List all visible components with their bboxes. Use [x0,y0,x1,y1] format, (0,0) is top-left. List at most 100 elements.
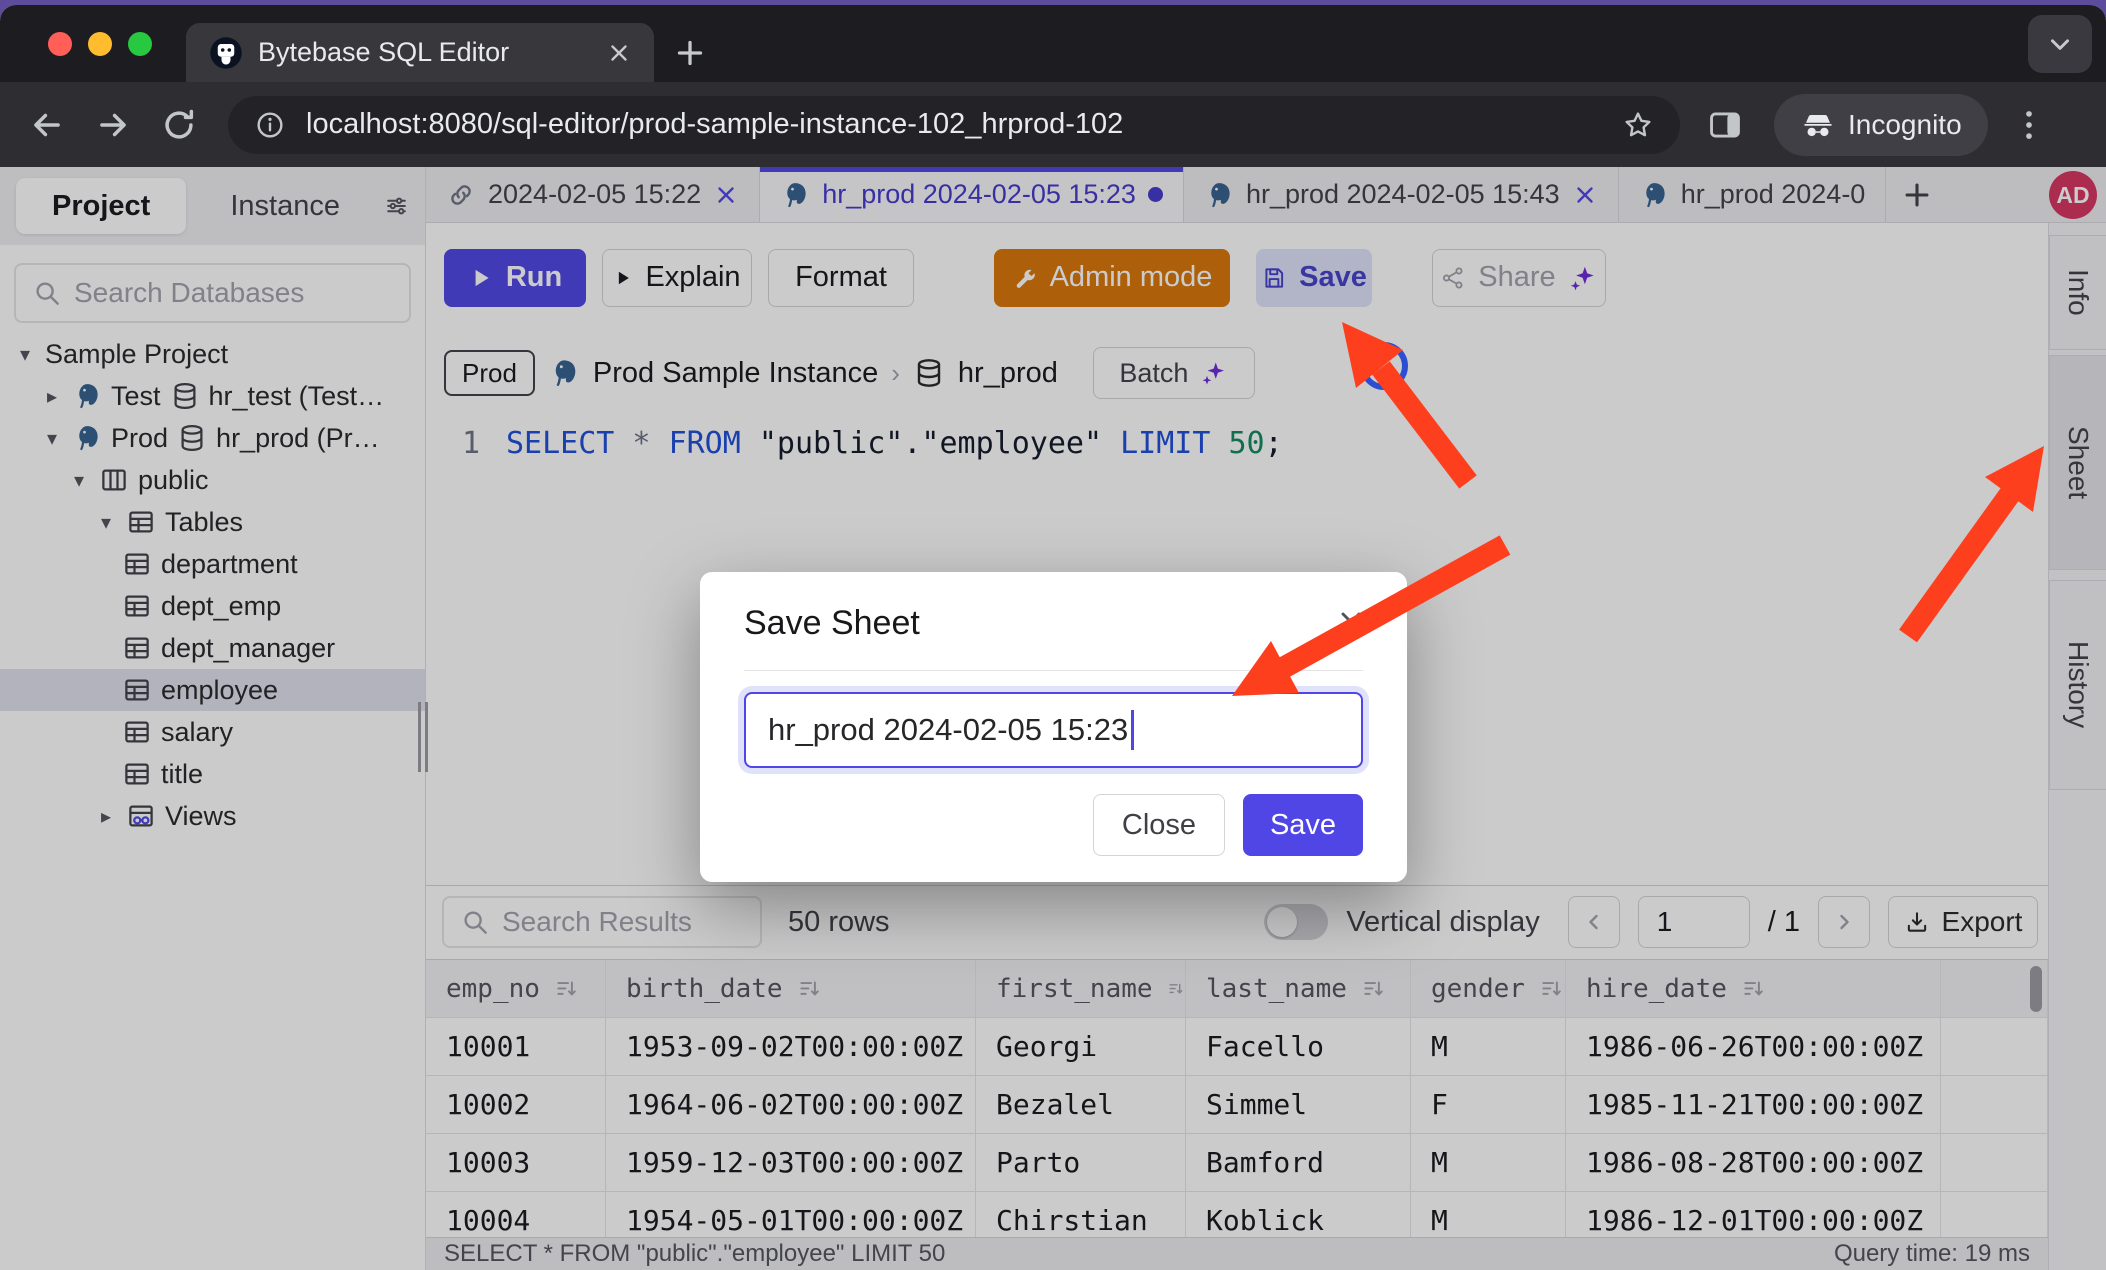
table-cell: 1964-06-02T00:00:00Z [606,1076,976,1134]
browser-tab-title: Bytebase SQL Editor [258,37,592,68]
table-icon [122,549,152,579]
column-header-label: hire_date [1586,974,1727,1004]
table-icon [122,633,152,663]
batch-label: Batch [1119,358,1188,389]
editor-tab-label: hr_prod 2024-02-05 15:43 [1246,179,1560,210]
table-cell: 1986-12-01T00:00:00Z [1566,1192,1941,1237]
sliders-icon[interactable] [384,189,409,223]
new-sheet-tab-button[interactable] [1900,178,1934,212]
editor-tab[interactable]: hr_prod 2024-02-05 15:43 [1184,167,1619,222]
modal-close-button[interactable]: Close [1093,794,1225,856]
tree-item[interactable]: title [0,753,425,795]
tree-item-label: department [161,549,298,580]
tree-item[interactable]: dept_manager [0,627,425,669]
close-window-button[interactable] [48,32,72,56]
site-info-icon[interactable] [254,109,286,141]
forward-icon[interactable] [94,106,132,144]
save-button[interactable]: Save [1256,249,1372,307]
instance-name[interactable]: Prod Sample Instance [593,357,878,390]
modal-close-icon[interactable] [1335,606,1367,638]
traffic-lights [48,32,152,56]
explain-button[interactable]: Explain [602,249,752,307]
tree-item[interactable]: ▸Testhr_test (Test… [0,375,425,417]
tree-item[interactable]: ▾Sample Project [0,333,425,375]
editor-tab[interactable]: 2024-02-05 15:22 [426,167,760,222]
close-tab-icon[interactable] [1572,182,1598,208]
results-search-input[interactable] [502,906,744,938]
chevron-right-icon: ▸ [95,804,117,829]
sort-icon[interactable] [797,976,823,1002]
environment-chip[interactable]: Prod [444,350,535,396]
column-header[interactable]: emp_no [426,960,606,1018]
editor-tab[interactable]: hr_prod 2024-02-05 15:23 [760,167,1184,222]
bookmark-star-icon[interactable] [1622,109,1654,141]
share-button[interactable]: Share [1432,249,1606,307]
address-bar[interactable]: localhost:8080/sql-editor/prod-sample-in… [228,96,1680,154]
new-tab-button[interactable] [672,35,708,71]
tree-item[interactable]: ▾Prodhr_prod (Pr… [0,417,425,459]
sort-icon[interactable] [1539,976,1565,1002]
rail-tab-history[interactable]: History [2049,580,2106,790]
modal-save-button[interactable]: Save [1243,794,1363,856]
column-header[interactable]: hire_date [1566,960,1941,1018]
database-search-input[interactable] [74,277,393,309]
vertical-display-toggle[interactable] [1264,904,1328,940]
tree-item[interactable]: dept_emp [0,585,425,627]
editor-toolbar: Run Explain Format Admin mode [426,223,2048,315]
sidebar-tab-project[interactable]: Project [16,178,186,234]
tree-item[interactable]: ▾public [0,459,425,501]
close-tab-icon[interactable] [606,40,632,66]
batch-button[interactable]: Batch [1093,347,1255,399]
tree-item[interactable]: salary [0,711,425,753]
next-page-button[interactable] [1818,896,1870,948]
tree-item[interactable]: ▾Tables [0,501,425,543]
rail-tab-info[interactable]: Info [2049,235,2106,350]
minimize-window-button[interactable] [88,32,112,56]
sidebar-tab-instance[interactable]: Instance [194,178,376,234]
export-button[interactable]: Export [1888,896,2038,948]
rail-tab-sheet[interactable]: Sheet [2049,355,2106,570]
maximize-window-button[interactable] [128,32,152,56]
table-row: 100011953-09-02T00:00:00ZGeorgiFacelloM1… [426,1018,2048,1076]
editor-tab-label: hr_prod 2024-02-05 15:23 [822,179,1136,210]
reload-icon[interactable] [160,106,198,144]
format-button[interactable]: Format [768,249,914,307]
browser-tab[interactable]: Bytebase SQL Editor [186,23,654,82]
user-avatar[interactable]: AD [2049,171,2097,219]
sheet-name-input[interactable]: hr_prod 2024-02-05 15:23 [744,692,1363,768]
database-name[interactable]: hr_prod [958,357,1058,390]
column-header[interactable]: gender [1411,960,1566,1018]
tree-item-label: Views [165,801,237,832]
sort-icon[interactable] [1361,976,1387,1002]
table-row: 100041954-05-01T00:00:00ZChirstianKoblic… [426,1192,2048,1237]
back-icon[interactable] [28,106,66,144]
tab-list-button[interactable] [2028,15,2092,73]
browser-menu-icon[interactable] [2010,106,2048,144]
share-label: Share [1478,261,1555,294]
column-header[interactable]: last_name [1186,960,1411,1018]
admin-mode-button[interactable]: Admin mode [994,249,1230,307]
sort-icon[interactable] [554,976,580,1002]
results-scrollbar[interactable] [2030,966,2042,1012]
page-input[interactable] [1638,896,1750,948]
run-button[interactable]: Run [444,249,586,307]
editor-tab[interactable]: hr_prod 2024-0 [1619,167,1887,222]
results-search[interactable] [442,896,762,948]
prev-page-button[interactable] [1568,896,1620,948]
table-icon [126,507,156,537]
table-cell: Koblick [1186,1192,1411,1237]
column-header[interactable]: first_name [976,960,1186,1018]
table-cell: Parto [976,1134,1186,1192]
tree-item[interactable]: department [0,543,425,585]
sql-token: * [614,426,668,461]
tree-item[interactable]: ▸ Views [0,795,425,837]
sql-editor-line[interactable]: 1 SELECT * FROM "public"."employee" LIMI… [426,421,2048,465]
side-panel-icon[interactable] [1706,106,1744,144]
column-header[interactable]: birth_date [606,960,976,1018]
sort-icon[interactable] [1741,976,1767,1002]
tree-item[interactable]: employee [0,669,425,711]
sidebar-resize-handle[interactable] [416,702,430,772]
database-search[interactable] [14,263,411,323]
sort-icon[interactable] [1167,976,1185,1002]
close-tab-icon[interactable] [713,182,739,208]
